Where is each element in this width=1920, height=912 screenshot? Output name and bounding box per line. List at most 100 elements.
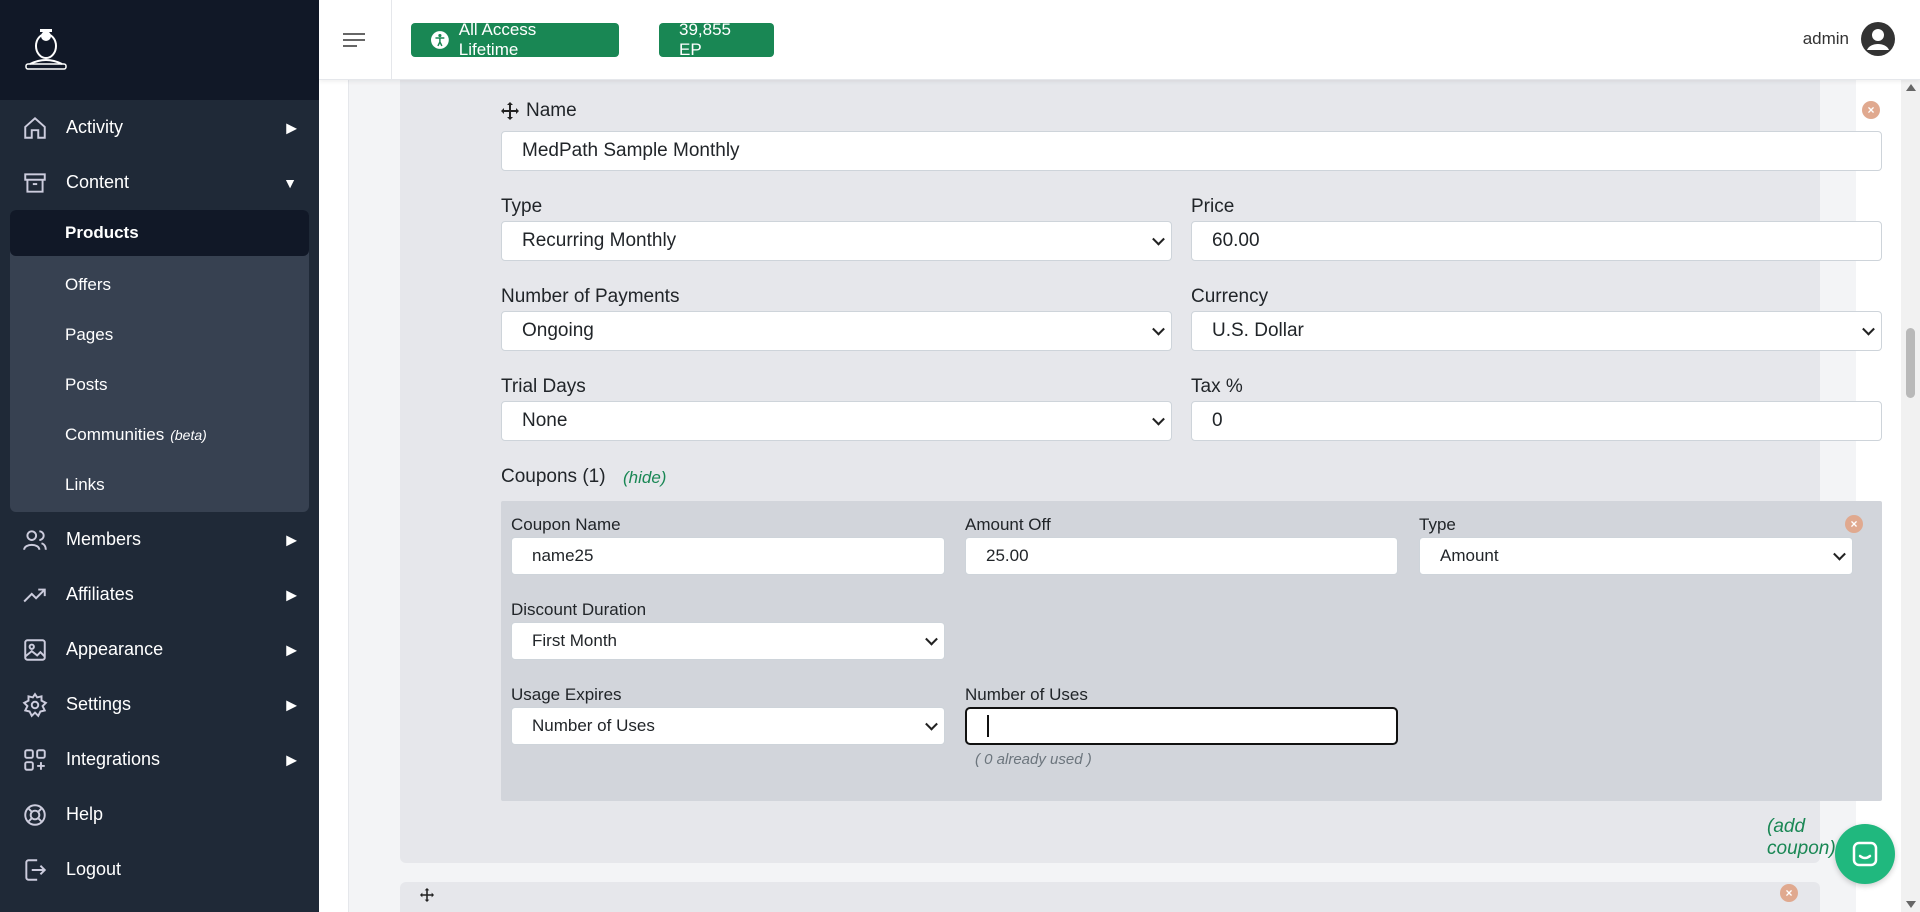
submenu-label: Links	[65, 475, 105, 494]
discount-duration-label: Discount Duration	[511, 600, 647, 619]
gear-icon	[22, 691, 48, 718]
amount-off-label: Amount Off	[965, 515, 1051, 534]
content-submenu: Products Offers Pages Posts Communities (…	[10, 210, 309, 512]
submenu-item-links[interactable]: Links	[10, 460, 309, 510]
name-input[interactable]: MedPath Sample Monthly	[501, 131, 1882, 171]
sidebar-item-label: Affiliates	[66, 584, 134, 604]
scroll-down-icon[interactable]	[1906, 901, 1916, 908]
caret-right-icon: ▶	[286, 641, 297, 657]
payments-select[interactable]: Ongoing	[501, 311, 1172, 351]
submenu-item-posts[interactable]: Posts	[10, 360, 309, 410]
currency-select-value: U.S. Dollar	[1212, 320, 1304, 341]
scrollbar-thumb[interactable]	[1906, 328, 1915, 398]
sidebar-item-label: Appearance	[66, 639, 164, 659]
product-card: Name × MedPath Sample Monthly Type Recur…	[400, 80, 1882, 863]
hamburger-icon	[343, 33, 365, 47]
caret-right-icon: ▶	[286, 696, 297, 712]
submenu-label: Offers	[65, 275, 111, 294]
discount-duration-select[interactable]: First Month	[511, 622, 945, 660]
drag-handle-icon[interactable]	[501, 102, 519, 120]
chat-button[interactable]	[1835, 824, 1895, 884]
sidebar: Activity ▶ Content ▼ Products Offers Pag…	[0, 0, 319, 912]
sidebar-item-label: Integrations	[66, 749, 161, 769]
sidebar-item-label: Logout	[66, 859, 122, 879]
coupons-label: Coupons (1)	[501, 466, 606, 487]
number-of-uses-input[interactable]	[965, 707, 1398, 745]
usage-expires-select[interactable]: Number of Uses	[511, 707, 945, 745]
sidebar-item-affiliates[interactable]: Affiliates ▶	[0, 567, 319, 622]
submenu-item-offers[interactable]: Offers	[10, 260, 309, 310]
submenu-label: Pages	[65, 325, 114, 344]
logo[interactable]	[20, 26, 72, 72]
coupon-name-label: Coupon Name	[511, 515, 621, 534]
type-select[interactable]: Recurring Monthly	[501, 221, 1172, 261]
caret-right-icon: ▶	[286, 531, 297, 547]
hide-coupons-link[interactable]: (hide)	[623, 468, 666, 488]
currency-select[interactable]: U.S. Dollar	[1191, 311, 1882, 351]
sidebar-item-content[interactable]: Content ▼	[0, 155, 319, 210]
text-cursor	[987, 715, 989, 737]
coupon-panel: Coupon Name name25 Amount Off 25.00 Type…	[501, 501, 1882, 801]
sidebar-item-label: Activity	[66, 117, 124, 137]
sidebar-item-logout[interactable]: Logout	[0, 842, 319, 897]
price-label: Price	[1191, 196, 1235, 217]
add-coupon-link[interactable]: (add coupon)	[1767, 816, 1836, 860]
submenu-item-communities[interactable]: Communities (beta)	[10, 410, 309, 460]
main-content: Name × MedPath Sample Monthly Type Recur…	[319, 80, 1901, 912]
discount-duration-value: First Month	[532, 631, 618, 650]
number-of-uses-label: Number of Uses	[965, 685, 1088, 704]
coupon-name-input[interactable]: name25	[511, 537, 945, 575]
payments-select-value: Ongoing	[522, 320, 594, 341]
menu-toggle-button[interactable]	[319, 0, 392, 80]
price-input[interactable]: 60.00	[1191, 221, 1882, 261]
submenu-item-products[interactable]: Products	[10, 210, 309, 256]
home-icon	[22, 115, 48, 141]
lifebuoy-icon	[22, 802, 48, 828]
plan-badge-label: All Access Lifetime	[458, 20, 537, 59]
coupon-type-select[interactable]: Amount	[1419, 537, 1853, 575]
caret-right-icon: ▶	[286, 586, 297, 602]
coupon-type-value: Amount	[1440, 546, 1499, 565]
remove-coupon-icon[interactable]: ×	[1845, 515, 1863, 533]
caret-right-icon: ▶	[286, 751, 297, 767]
page-scrollbar[interactable]	[1901, 80, 1920, 912]
logo-area	[0, 0, 319, 100]
usage-expires-value: Number of Uses	[532, 716, 655, 735]
submenu-item-pages[interactable]: Pages	[10, 310, 309, 360]
logout-icon	[22, 857, 48, 883]
sidebar-item-members[interactable]: Members ▶	[0, 512, 319, 567]
sidebar-item-label: Help	[66, 804, 104, 824]
submenu-label: Products	[65, 223, 139, 242]
remove-product-icon[interactable]: ×	[1862, 101, 1880, 119]
remove-product-icon[interactable]: ×	[1780, 884, 1798, 902]
ep-badge[interactable]: 39,855 EP	[659, 20, 774, 59]
topbar: All Access Lifetime 39,855 EP admin	[319, 0, 1920, 80]
next-product-card: ×	[400, 882, 1820, 912]
tax-label: Tax %	[1191, 376, 1243, 397]
username: admin	[1802, 29, 1849, 48]
sidebar-item-settings[interactable]: Settings ▶	[0, 677, 319, 732]
coupon-type-label: Type	[1419, 515, 1456, 534]
trial-days-select-value: None	[522, 410, 568, 431]
sidebar-item-activity[interactable]: Activity ▶	[0, 100, 319, 155]
users-icon	[22, 527, 48, 553]
apps-add-icon	[22, 747, 48, 773]
scroll-up-icon[interactable]	[1906, 84, 1916, 91]
sidebar-item-appearance[interactable]: Appearance ▶	[0, 622, 319, 677]
plan-badge[interactable]: All Access Lifetime	[411, 20, 619, 59]
caret-down-icon: ▼	[283, 174, 297, 191]
amount-off-input[interactable]: 25.00	[965, 537, 1398, 575]
trial-days-select[interactable]: None	[501, 401, 1172, 441]
type-label: Type	[501, 196, 543, 217]
chat-icon	[1852, 841, 1878, 867]
trial-days-label: Trial Days	[501, 376, 586, 397]
tax-input[interactable]: 0	[1191, 401, 1882, 441]
sidebar-item-label: Settings	[66, 694, 132, 714]
drag-handle-icon[interactable]	[420, 888, 434, 902]
user-menu[interactable]: admin	[1803, 22, 1895, 56]
sidebar-item-label: Members	[66, 529, 142, 549]
beta-badge: (beta)	[170, 427, 207, 443]
sidebar-item-integrations[interactable]: Integrations ▶	[0, 732, 319, 787]
currency-label: Currency	[1191, 286, 1269, 307]
sidebar-item-help[interactable]: Help	[0, 787, 319, 842]
